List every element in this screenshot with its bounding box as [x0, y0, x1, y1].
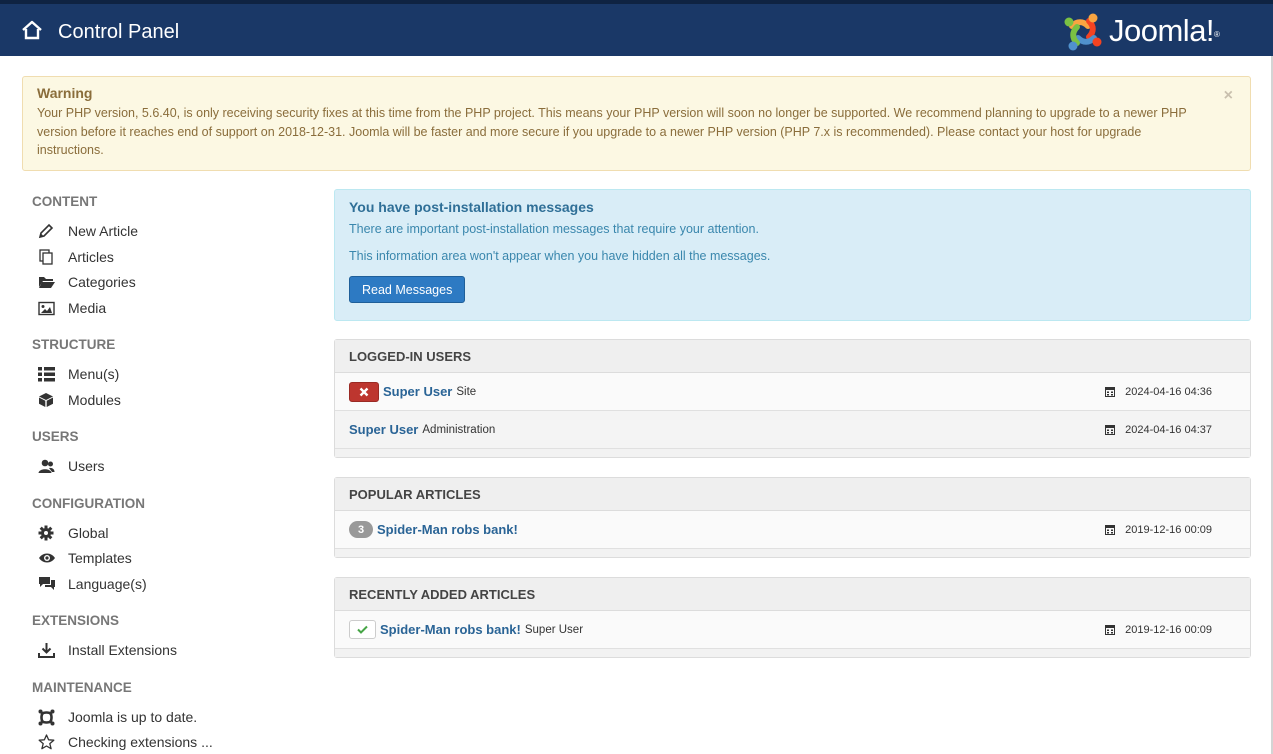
postinstall-line-1: There are important post-installation me…: [349, 222, 759, 236]
joomla-brand[interactable]: Joomla!®: [1063, 11, 1253, 53]
table-row: Super User Administration 2024-04-16 04:…: [335, 411, 1250, 449]
copy-icon: [38, 248, 58, 266]
close-icon: [359, 387, 369, 396]
published-toggle[interactable]: [349, 620, 376, 639]
sidebar-heading-users: USERS: [32, 429, 79, 444]
postinstall-line-2: This information area won't appear when …: [349, 249, 771, 263]
cube-icon: [38, 391, 58, 409]
module-heading: POPULAR ARTICLES: [335, 478, 1250, 511]
sidebar-heading-configuration: CONFIGURATION: [32, 496, 145, 511]
postinstall-heading: You have post-installation messages: [349, 199, 594, 215]
close-icon[interactable]: ×: [1224, 88, 1233, 104]
client-label: Administration: [422, 423, 496, 436]
folder-icon: [38, 273, 58, 291]
sidebar-heading-maintenance: MAINTENANCE: [32, 680, 132, 695]
hits-badge: 3: [349, 521, 373, 538]
sidebar-item-media[interactable]: Media: [38, 297, 106, 319]
page-title: Control Panel: [58, 21, 180, 43]
popular-articles-module: POPULAR ARTICLES 3 Spider-Man robs bank!…: [334, 477, 1251, 558]
download-icon: [38, 641, 58, 659]
sidebar-item-install-extensions[interactable]: Install Extensions: [38, 639, 177, 661]
star-icon: [38, 733, 58, 751]
joomla-icon: [38, 708, 58, 726]
article-link[interactable]: Spider-Man robs bank!: [380, 622, 521, 637]
sidebar-heading-content: CONTENT: [32, 194, 98, 209]
row-date: 2024-04-16 04:36: [1105, 386, 1212, 398]
sidebar-heading-structure: STRUCTURE: [32, 337, 116, 352]
module-heading: LOGGED-IN USERS: [335, 340, 1250, 373]
row-date: 2024-04-16 04:37: [1105, 424, 1212, 436]
module-footer: [335, 649, 1250, 657]
row-date: 2019-12-16 00:09: [1105, 524, 1212, 536]
top-header: Control Panel Joomla!®: [0, 0, 1273, 56]
joomla-logo-icon: [1064, 13, 1102, 51]
table-row: Spider-Man robs bank! Super User 2019-12…: [335, 611, 1250, 649]
sidebar-item-articles[interactable]: Articles: [38, 246, 114, 268]
sidebar-item-checking-extensions[interactable]: Checking extensions ...: [38, 731, 213, 753]
calendar-icon: [1105, 624, 1116, 635]
image-icon: [38, 299, 58, 317]
eye-icon: [38, 549, 58, 567]
user-link[interactable]: Super User: [349, 422, 418, 437]
sidebar-item-languages[interactable]: Language(s): [38, 573, 147, 595]
sidebar-item-categories[interactable]: Categories: [38, 271, 136, 293]
sidebar-heading-extensions: EXTENSIONS: [32, 613, 120, 628]
list-icon: [38, 365, 58, 383]
sidebar-item-users[interactable]: Users: [38, 455, 105, 477]
php-version-warning: Warning Your PHP version, 5.6.40, is onl…: [22, 76, 1251, 171]
sidebar-item-templates[interactable]: Templates: [38, 547, 132, 569]
sidebar-item-global[interactable]: Global: [38, 522, 108, 544]
sidebar-item-modules[interactable]: Modules: [38, 389, 121, 411]
user-link[interactable]: Super User: [383, 384, 452, 399]
recent-articles-module: RECENTLY ADDED ARTICLES Spider-Man robs …: [334, 577, 1251, 658]
calendar-icon: [1105, 524, 1116, 535]
comments-icon: [38, 575, 58, 593]
table-row: Super User Site 2024-04-16 04:36: [335, 373, 1250, 411]
sidebar-item-joomla-update[interactable]: Joomla is up to date.: [38, 706, 197, 728]
module-footer: [335, 549, 1250, 557]
home-icon[interactable]: [21, 20, 43, 40]
sidebar-item-menus[interactable]: Menu(s): [38, 363, 119, 385]
brand-text: Joomla!®: [1109, 13, 1220, 48]
author-label: Super User: [524, 623, 584, 636]
gear-icon: [38, 524, 58, 542]
client-label: Site: [456, 385, 477, 398]
sidebar-item-new-article[interactable]: New Article: [38, 220, 138, 242]
table-row: 3 Spider-Man robs bank! 2019-12-16 00:09: [335, 511, 1250, 549]
pencil-icon: [38, 222, 58, 240]
module-footer: [335, 449, 1250, 457]
module-heading: RECENTLY ADDED ARTICLES: [335, 578, 1250, 611]
row-date: 2019-12-16 00:09: [1105, 624, 1212, 636]
users-icon: [38, 457, 58, 475]
postinstall-messages: You have post-installation messages Ther…: [334, 189, 1251, 321]
warning-text: Your PHP version, 5.6.40, is only receiv…: [37, 106, 1187, 157]
logout-user-button[interactable]: [349, 381, 379, 402]
article-link[interactable]: Spider-Man robs bank!: [377, 522, 518, 537]
read-messages-button[interactable]: Read Messages: [349, 276, 466, 303]
calendar-icon: [1105, 424, 1116, 435]
logged-in-users-module: LOGGED-IN USERS Super User Site 2024-04-…: [334, 339, 1251, 458]
warning-heading: Warning: [37, 85, 93, 101]
check-icon: [357, 625, 368, 634]
calendar-icon: [1105, 386, 1116, 397]
